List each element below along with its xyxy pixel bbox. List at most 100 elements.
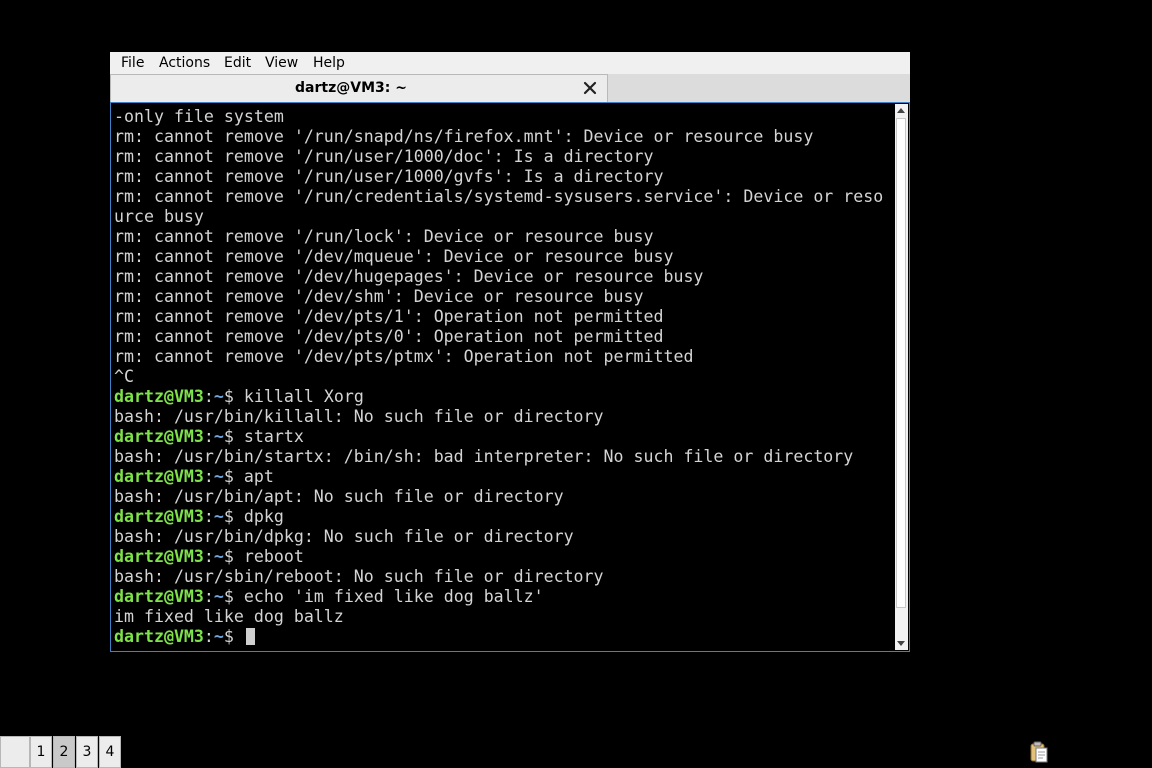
text-cursor: [245, 628, 255, 645]
tab-title: dartz@VM3: ~: [295, 80, 407, 96]
prompt-user: dartz@VM3: [114, 627, 204, 646]
terminal-output-text: bash: /usr/bin/dpkg: No such file or dir…: [114, 527, 574, 546]
terminal-output-text: rm: cannot remove '/run/snapd/ns/firefox…: [114, 127, 814, 146]
prompt-user: dartz@VM3: [114, 507, 204, 526]
terminal-line: rm: cannot remove '/run/user/1000/doc': …: [114, 147, 883, 167]
terminal-output-text: rm: cannot remove '/dev/pts/0': Operatio…: [114, 327, 664, 346]
terminal-output-text: rm: cannot remove '/dev/mqueue': Device …: [114, 247, 674, 266]
prompt-separator: :: [203, 427, 214, 446]
terminal-output-text: bash: /usr/sbin/reboot: No such file or …: [114, 567, 604, 586]
prompt-user: dartz@VM3: [114, 547, 204, 566]
terminal-line: rm: cannot remove '/dev/shm': Device or …: [114, 287, 883, 307]
menu-edit[interactable]: Edit: [224, 54, 251, 72]
prompt-separator: :: [203, 587, 214, 606]
tab-bar: dartz@VM3: ~: [110, 74, 910, 102]
terminal-line: -only file system: [114, 107, 883, 127]
terminal-output-text: bash: /usr/bin/killall: No such file or …: [114, 407, 604, 426]
arrow-up-icon[interactable]: [897, 108, 905, 113]
menu-help[interactable]: Help: [313, 54, 345, 72]
prompt-path: ~: [213, 547, 224, 566]
terminal-line: bash: /usr/bin/startx: /bin/sh: bad inte…: [114, 447, 883, 467]
terminal-line: rm: cannot remove '/run/credentials/syst…: [114, 187, 883, 207]
prompt-symbol: $: [223, 507, 234, 526]
scrollbar-thumb[interactable]: [896, 118, 906, 608]
menu-bar: File Actions Edit View Help: [110, 52, 910, 74]
prompt-user: dartz@VM3: [114, 587, 204, 606]
terminal-line: rm: cannot remove '/dev/pts/0': Operatio…: [114, 327, 883, 347]
prompt-path: ~: [213, 427, 224, 446]
terminal-line: bash: /usr/sbin/reboot: No such file or …: [114, 567, 883, 587]
terminal-line: rm: cannot remove '/dev/pts/ptmx': Opera…: [114, 347, 883, 367]
terminal-output-text: -only file system: [114, 107, 284, 126]
taskbar: 1234: [0, 736, 140, 768]
terminal-frame: -only file system rm: cannot remove '/run…: [110, 102, 910, 652]
tab-terminal[interactable]: dartz@VM3: ~: [110, 74, 608, 102]
menu-view[interactable]: View: [265, 54, 298, 72]
vertical-scrollbar[interactable]: [895, 104, 908, 650]
terminal-output-text: rm: cannot remove '/dev/pts/1': Operatio…: [114, 307, 664, 326]
terminal-output-text: rm: cannot remove '/run/lock': Device or…: [114, 227, 654, 246]
close-icon[interactable]: [581, 79, 599, 97]
terminal-output-text: ^C: [114, 367, 134, 386]
terminal-window: File Actions Edit View Help dartz@VM3: ~…: [110, 52, 910, 652]
terminal-line: rm: cannot remove '/run/user/1000/gvfs':…: [114, 167, 883, 187]
command-text: reboot: [243, 547, 304, 566]
terminal-line: bash: /usr/bin/apt: No such file or dire…: [114, 487, 883, 507]
terminal-line: bash: /usr/bin/dpkg: No such file or dir…: [114, 527, 883, 547]
terminal-line: rm: cannot remove '/run/snapd/ns/firefox…: [114, 127, 883, 147]
prompt-path: ~: [213, 387, 224, 406]
prompt-symbol: $: [223, 427, 234, 446]
prompt-symbol: $: [223, 627, 234, 646]
terminal-output-text: rm: cannot remove '/run/user/1000/doc': …: [114, 147, 654, 166]
terminal-output: -only file system rm: cannot remove '/run…: [114, 107, 883, 647]
prompt-user: dartz@VM3: [114, 387, 204, 406]
prompt-symbol: $: [223, 587, 234, 606]
command-text: killall Xorg: [243, 387, 364, 406]
menu-file[interactable]: File: [121, 54, 144, 72]
terminal-output-text: urce busy: [114, 207, 204, 226]
terminal-line: rm: cannot remove '/dev/mqueue': Device …: [114, 247, 883, 267]
terminal-line: dartz@VM3:~$ apt: [114, 467, 883, 487]
desktop-button-4[interactable]: 4: [99, 736, 121, 768]
command-text: dpkg: [243, 507, 284, 526]
prompt-path: ~: [213, 587, 224, 606]
desktop-button-2[interactable]: 2: [53, 736, 75, 768]
menu-actions[interactable]: Actions: [159, 54, 210, 72]
terminal-output-text: bash: /usr/bin/startx: /bin/sh: bad inte…: [114, 447, 854, 466]
taskbar-blank-button[interactable]: [0, 736, 30, 768]
terminal-line: rm: cannot remove '/dev/pts/1': Operatio…: [114, 307, 883, 327]
terminal-line: urce busy: [114, 207, 883, 227]
terminal-line: dartz@VM3:~$ echo 'im fixed like dog bal…: [114, 587, 883, 607]
terminal-view[interactable]: -only file system rm: cannot remove '/run…: [112, 104, 895, 650]
terminal-line: dartz@VM3:~$ killall Xorg: [114, 387, 883, 407]
prompt-separator: :: [203, 547, 214, 566]
command-text: apt: [243, 467, 274, 486]
terminal-output-text: im fixed like dog ballz: [114, 607, 344, 626]
prompt-path: ~: [213, 627, 224, 646]
terminal-line: dartz@VM3:~$ startx: [114, 427, 883, 447]
clipboard-icon[interactable]: [1028, 740, 1050, 764]
terminal-output-text: rm: cannot remove '/dev/hugepages': Devi…: [114, 267, 704, 286]
terminal-output-text: rm: cannot remove '/dev/shm': Device or …: [114, 287, 644, 306]
terminal-output-text: rm: cannot remove '/dev/pts/ptmx': Opera…: [114, 347, 694, 366]
terminal-line: bash: /usr/bin/killall: No such file or …: [114, 407, 883, 427]
terminal-line: dartz@VM3:~$ reboot: [114, 547, 883, 567]
terminal-line: im fixed like dog ballz: [114, 607, 883, 627]
prompt-path: ~: [213, 467, 224, 486]
terminal-line: rm: cannot remove '/dev/hugepages': Devi…: [114, 267, 883, 287]
prompt-separator: :: [203, 627, 214, 646]
terminal-output-text: rm: cannot remove '/run/user/1000/gvfs':…: [114, 167, 664, 186]
prompt-path: ~: [213, 507, 224, 526]
desktop-button-3[interactable]: 3: [76, 736, 98, 768]
desktop-button-1[interactable]: 1: [30, 736, 52, 768]
command-text: echo 'im fixed like dog ballz': [243, 587, 544, 606]
terminal-line: ^C: [114, 367, 883, 387]
prompt-user: dartz@VM3: [114, 427, 204, 446]
terminal-line: rm: cannot remove '/run/lock': Device or…: [114, 227, 883, 247]
prompt-separator: :: [203, 467, 214, 486]
prompt-symbol: $: [223, 387, 234, 406]
arrow-down-icon[interactable]: [897, 641, 905, 646]
prompt-symbol: $: [223, 467, 234, 486]
prompt-user: dartz@VM3: [114, 467, 204, 486]
terminal-output-text: bash: /usr/bin/apt: No such file or dire…: [114, 487, 564, 506]
